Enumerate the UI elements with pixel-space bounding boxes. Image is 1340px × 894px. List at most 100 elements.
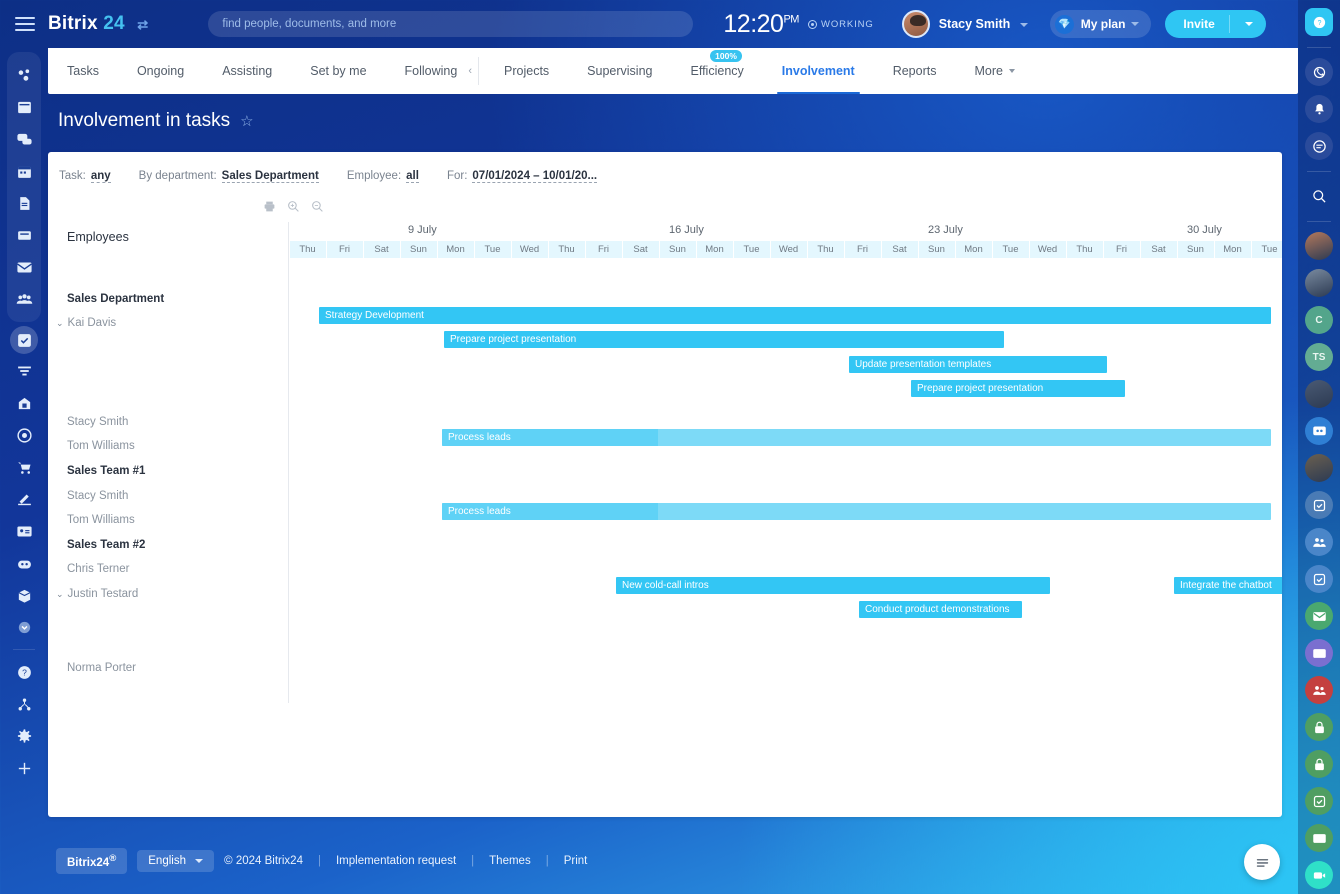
gantt-bar[interactable]: Process leads	[442, 503, 1271, 520]
avatar[interactable]	[1305, 454, 1333, 482]
lock-icon[interactable]	[1305, 750, 1333, 778]
avatar-initials-ts[interactable]: TS	[1305, 343, 1333, 371]
help-icon[interactable]: ?	[7, 657, 41, 687]
employee-list[interactable]: Sales Department⌄Kai DavisStacy SmithTom…	[48, 262, 288, 680]
gantt-bar[interactable]: New cold-call intros	[616, 577, 1050, 594]
comments-icon[interactable]	[1305, 132, 1333, 160]
employee-row[interactable]: Stacy Smith	[48, 483, 288, 508]
search-input[interactable]: find people, documents, and more	[208, 11, 693, 37]
tab-reports[interactable]: Reports	[874, 48, 956, 94]
employee-row[interactable]: ⌄Kai Davis	[48, 311, 288, 336]
filter-value[interactable]: 07/01/2024 – 10/01/20...	[472, 170, 597, 183]
menu-burger-icon[interactable]	[15, 17, 35, 31]
task-icon[interactable]	[1305, 787, 1333, 815]
tab-supervising[interactable]: Supervising	[568, 48, 671, 94]
tab-ongoing[interactable]: Ongoing	[118, 48, 203, 94]
plus-icon[interactable]	[7, 753, 41, 783]
box-icon[interactable]	[7, 580, 41, 610]
sitemap-icon[interactable]	[7, 689, 41, 719]
employee-row[interactable]: Sales Team #2	[48, 533, 288, 558]
footer-link-themes[interactable]: Themes	[489, 855, 531, 867]
footer-link-implementation-request[interactable]: Implementation request	[336, 855, 456, 867]
mail-icon[interactable]	[7, 252, 41, 282]
id-card-icon[interactable]	[1305, 639, 1333, 667]
gantt-bar[interactable]: Prepare project presentation	[911, 380, 1125, 397]
avatar[interactable]	[1305, 269, 1333, 297]
filter-value[interactable]: all	[406, 170, 419, 183]
support-chat-button[interactable]	[1244, 844, 1280, 880]
gantt-bar[interactable]: Update presentation templates	[849, 356, 1107, 373]
chevron-down-icon[interactable]: ⌄	[56, 318, 64, 329]
network-icon[interactable]	[7, 60, 41, 90]
user-name[interactable]: Stacy Smith	[939, 17, 1028, 31]
gantt-bars-area[interactable]: Strategy Development Prepare project pres…	[289, 258, 1282, 703]
employee-row[interactable]: Sales Team #1	[48, 459, 288, 484]
employee-row[interactable]: Tom Williams	[48, 434, 288, 459]
filter-value[interactable]: any	[91, 170, 111, 183]
footer-link-print[interactable]: Print	[564, 855, 588, 867]
task-icon[interactable]	[1305, 565, 1333, 593]
employee-row[interactable]: Sales Department	[48, 287, 288, 312]
bot-icon[interactable]	[7, 548, 41, 578]
favorite-star-icon[interactable]: ☆	[240, 112, 253, 130]
employee-row[interactable]: ⌄Justin Testard	[48, 582, 288, 607]
gantt-bar[interactable]: Conduct product demonstrations	[859, 601, 1022, 618]
company-icon[interactable]	[7, 388, 41, 418]
chevron-down-icon[interactable]: ⌄	[56, 589, 64, 600]
gantt-bar[interactable]: Strategy Development	[319, 307, 1271, 324]
id-card-icon[interactable]	[7, 516, 41, 546]
group-chat-icon[interactable]	[1305, 417, 1333, 445]
language-select[interactable]: English	[137, 850, 214, 872]
employee-row[interactable]: Norma Porter	[48, 656, 288, 681]
bitrix-logo[interactable]: Bitrix 24 ⇄	[48, 13, 148, 35]
call-icon[interactable]	[1305, 58, 1333, 86]
users-icon[interactable]	[1305, 676, 1333, 704]
avatar-initials-c[interactable]: C	[1305, 306, 1333, 334]
filter-value[interactable]: Sales Department	[222, 170, 319, 183]
contacts-icon[interactable]	[7, 284, 41, 314]
tab-following[interactable]: Following	[386, 48, 477, 94]
invite-button[interactable]: Invite	[1165, 10, 1265, 38]
switch-icon[interactable]: ⇄	[137, 17, 148, 32]
task-icon[interactable]	[1305, 491, 1333, 519]
right-rail[interactable]: ?CTS	[1298, 0, 1340, 894]
search-icon[interactable]	[1305, 182, 1333, 210]
news-icon[interactable]	[7, 92, 41, 122]
gear-icon[interactable]	[7, 721, 41, 751]
inbox-icon[interactable]	[7, 220, 41, 250]
gantt-bar[interactable]: Process leads	[442, 429, 1271, 446]
target-icon[interactable]	[7, 420, 41, 450]
sidebar-item-tasks[interactable]	[10, 326, 38, 354]
tab-efficiency[interactable]: 100% Efficiency	[672, 48, 763, 94]
shop-icon[interactable]	[7, 452, 41, 482]
sign-icon[interactable]	[7, 484, 41, 514]
drive-icon[interactable]	[7, 188, 41, 218]
employee-row[interactable]: Chris Terner	[48, 557, 288, 582]
funnel-icon[interactable]	[7, 356, 41, 386]
video-icon[interactable]	[1305, 861, 1333, 889]
status-badge[interactable]: WORKING	[808, 19, 874, 30]
tab-set-by-me[interactable]: Set by me	[291, 48, 385, 94]
tab-tasks[interactable]: Tasks	[48, 48, 118, 94]
chat-icon[interactable]	[7, 124, 41, 154]
print-icon[interactable]	[263, 200, 276, 213]
zoom-out-icon[interactable]	[311, 200, 324, 213]
bell-icon[interactable]	[1305, 95, 1333, 123]
gantt-bar[interactable]: Integrate the chatbot	[1174, 577, 1282, 594]
gantt-bar[interactable]: Prepare project presentation	[444, 331, 1004, 348]
chevron-down-icon[interactable]	[7, 612, 41, 642]
chevron-down-icon[interactable]	[1245, 22, 1253, 26]
footer-brand[interactable]: Bitrix24®	[56, 848, 127, 874]
calendar-icon[interactable]	[7, 156, 41, 186]
left-rail[interactable]: ?	[0, 48, 48, 894]
employee-row[interactable]: Tom Williams	[48, 508, 288, 533]
tab-projects[interactable]: Projects	[485, 48, 568, 94]
avatar[interactable]	[902, 10, 930, 38]
tab-involvement[interactable]: Involvement	[763, 48, 874, 94]
zoom-in-icon[interactable]	[287, 200, 300, 213]
avatar[interactable]	[1305, 232, 1333, 260]
id-card-icon[interactable]	[1305, 824, 1333, 852]
mail-icon[interactable]	[1305, 602, 1333, 630]
avatar[interactable]	[1305, 380, 1333, 408]
tab-assisting[interactable]: Assisting	[203, 48, 291, 94]
